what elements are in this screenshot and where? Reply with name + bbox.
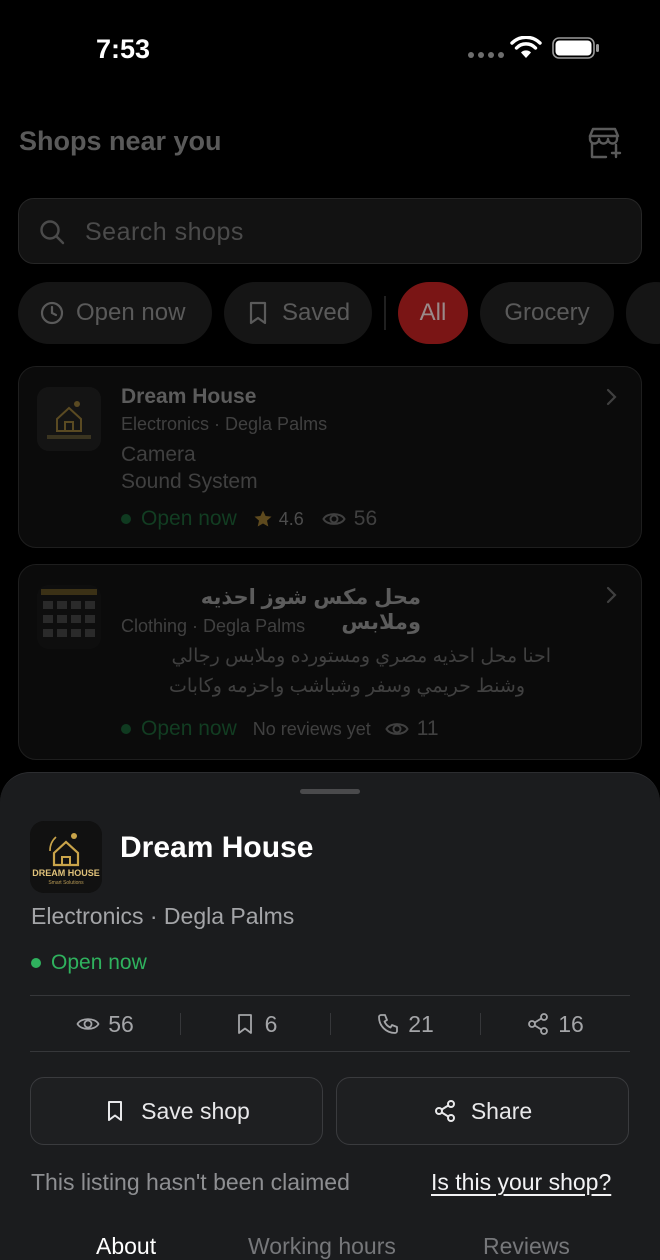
shop-detail-sheet: DREAM HOUSE Smart Solutions Dream House … [0,772,660,1260]
shop-name: Dream House [121,385,257,408]
stat-shares: 16 [480,997,630,1051]
open-status-dot [121,514,131,524]
bookmark-icon [249,301,267,325]
stat-saves-value: 6 [264,1010,278,1037]
chevron-right-icon [606,586,617,604]
open-status-label: Open now [51,951,147,974]
tab-working-hours[interactable]: Working hours [248,1233,396,1260]
phone-icon [378,1014,399,1034]
shop-meta: Electronics · Degla Palms [31,903,295,929]
shop-status: Open now [141,507,237,530]
shop-description-line: وشنط حريمي وسفر وشباشب واحزمه وكابات [169,676,525,697]
search-input[interactable] [85,213,605,251]
status-bar: 7:53 [0,0,660,100]
shop-rating: 4.6 [278,508,304,529]
stat-saves: 6 [180,997,330,1051]
search-icon [40,220,65,245]
filter-open-now[interactable]: Open now [18,282,212,344]
status-time: 7:53 [96,34,151,64]
filter-open-now-label: Open now [76,299,186,326]
shop-name: Dream House [120,831,314,864]
filter-saved[interactable]: Saved [224,282,372,344]
share-icon [528,1013,549,1035]
signal-dots-icon [468,52,504,58]
open-status: Open now [31,951,147,975]
shop-views: 56 [353,507,378,530]
chip-divider [384,296,386,330]
logo-wordmark: DREAM HOUSE [32,868,100,878]
save-shop-button[interactable]: Save shop [30,1077,323,1145]
wifi-icon [510,36,542,58]
search-bar[interactable] [18,198,642,264]
shop-footer: Open now 4.6 56 [121,507,377,531]
stat-views: 56 [30,997,180,1051]
filter-category-more[interactable] [626,282,660,344]
shop-description-line: احنا محل احذيه مصري ومستورده وملابس رجال… [171,646,551,667]
stat-shares-value: 16 [558,1010,584,1037]
claim-shop-link[interactable]: Is this your shop? [431,1169,611,1196]
stat-calls-value: 21 [408,1010,434,1037]
sheet-drag-handle[interactable] [300,789,360,794]
shop-meta: Clothing · Degla Palms [121,616,306,636]
tab-reviews[interactable]: Reviews [483,1233,570,1260]
shop-logo [37,387,101,451]
eye-icon [76,1018,100,1030]
share-button[interactable]: Share [336,1077,629,1145]
battery-icon [552,37,599,59]
store-add-icon[interactable] [586,126,622,160]
eye-icon [322,513,346,525]
shop-stats: 56 6 21 16 [30,997,630,1051]
bookmark-icon [108,1101,123,1121]
filter-category-grocery-label: Grocery [504,299,590,326]
shop-description-line: Camera [121,443,196,466]
star-icon [254,510,272,527]
shop-card[interactable]: محل مكس شوز احذيه وملابس Clothing · Degl… [18,564,642,760]
filter-saved-label: Saved [282,299,351,326]
share-icon [434,1100,455,1122]
shop-status: Open now [141,717,237,740]
filter-chips: Open now Saved All Grocery [18,282,660,344]
stat-views-value: 56 [108,1010,134,1037]
bookmark-icon [237,1014,252,1034]
claim-status-text: This listing hasn't been claimed [31,1169,350,1195]
shop-views: 11 [416,717,439,740]
shop-footer: Open now No reviews yet 11 [121,717,439,741]
filter-category-all[interactable]: All [398,282,468,344]
shop-logo [37,585,101,649]
page-title: Shops near you [19,126,222,156]
chevron-right-icon [606,388,617,406]
filter-category-all-label: All [419,299,447,326]
open-status-dot [31,958,41,968]
tab-about[interactable]: About [96,1233,156,1260]
logo-tagline: Smart Solutions [48,880,84,886]
filter-category-grocery[interactable]: Grocery [480,282,614,344]
share-label: Share [470,1097,533,1124]
shop-meta: Electronics · Degla Palms [121,414,328,434]
open-status-dot [121,724,131,734]
shop-card[interactable]: Dream House Electronics · Degla Palms Ca… [18,366,642,548]
eye-icon [385,723,409,735]
shop-logo: DREAM HOUSE Smart Solutions [30,821,102,893]
clock-icon [40,301,64,325]
divider [30,995,630,996]
save-shop-label: Save shop [141,1097,250,1124]
detail-tabs: About Working hours Reviews [0,1233,660,1260]
divider [30,1051,630,1052]
shop-description-line: Sound System [121,470,258,493]
stat-calls: 21 [330,997,480,1051]
shop-reviews: No reviews yet [252,718,371,739]
